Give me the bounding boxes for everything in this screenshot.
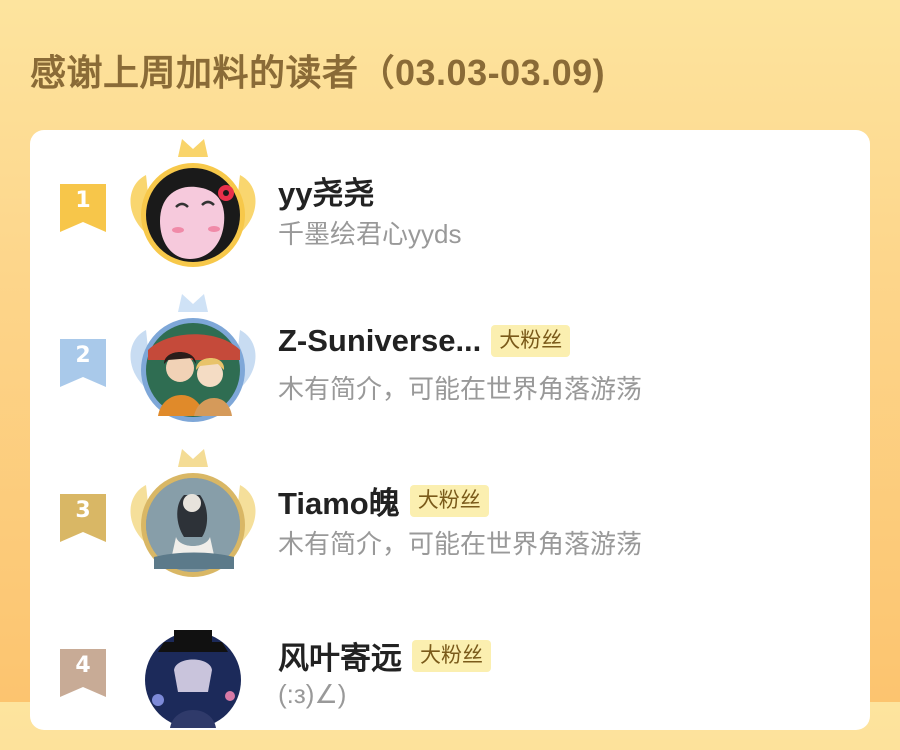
reader-row-1[interactable]: 1 yy尧尧 千墨绘君心yyds [30, 130, 870, 270]
reader-name: yy尧尧 [278, 168, 374, 213]
crown-icon [178, 139, 208, 157]
reader-row-3[interactable]: 3 Tiamo魄 大粉丝 木有简介，可能在世界角落游荡 [30, 440, 870, 580]
reader-row-4[interactable]: 4 风叶寄远 大粉丝 (:з)∠) [30, 595, 870, 735]
reader-list-card: 1 yy尧尧 千墨绘君心yyds 2 Z-Suniverse... 大粉丝 木有… [30, 130, 870, 730]
reader-name-text: Z-Suniverse... [278, 323, 482, 358]
crown-icon [178, 294, 208, 312]
reader-name-text: Tiamo魄 [278, 486, 400, 521]
rank-flag-icon: 1 [60, 184, 106, 232]
reader-bio: 木有简介，可能在世界角落游荡 [278, 529, 643, 559]
reader-name: Tiamo魄 大粉丝 [278, 478, 489, 523]
reader-bio: 千墨绘君心yyds [278, 219, 462, 249]
avatar[interactable] [118, 445, 268, 595]
reader-name-text: 风叶寄远 [278, 641, 402, 676]
reader-name: Z-Suniverse... 大粉丝 [278, 323, 571, 359]
rank-number: 4 [75, 653, 91, 678]
page-title: 感谢上周加料的读者（03.03-03.09) [30, 52, 606, 93]
rank-number: 2 [75, 343, 91, 368]
reader-row-2[interactable]: 2 Z-Suniverse... 大粉丝 木有简介，可能在世界角落游荡 [30, 285, 870, 425]
fan-badge: 大粉丝 [409, 484, 489, 517]
fan-badge: 大粉丝 [412, 639, 491, 672]
rank-flag-icon: 3 [60, 494, 106, 542]
reader-bio: 木有简介，可能在世界角落游荡 [278, 374, 643, 404]
rank-number: 3 [75, 498, 91, 523]
rank-flag-icon: 2 [60, 339, 106, 387]
reader-bio: (:з)∠) [278, 679, 347, 709]
crown-icon [178, 449, 208, 467]
avatar[interactable] [118, 135, 268, 285]
rank-flag-icon: 4 [60, 649, 106, 697]
reader-name: 风叶寄远 大粉丝 [278, 633, 491, 678]
rank-number: 1 [75, 188, 91, 213]
page-root: { "title": "感谢上周加料的读者（03.03-03.09)", "re… [0, 0, 900, 730]
avatar[interactable] [118, 600, 268, 750]
reader-name-text: yy尧尧 [278, 176, 375, 211]
fan-badge: 大粉丝 [491, 325, 571, 357]
avatar[interactable] [118, 290, 268, 440]
